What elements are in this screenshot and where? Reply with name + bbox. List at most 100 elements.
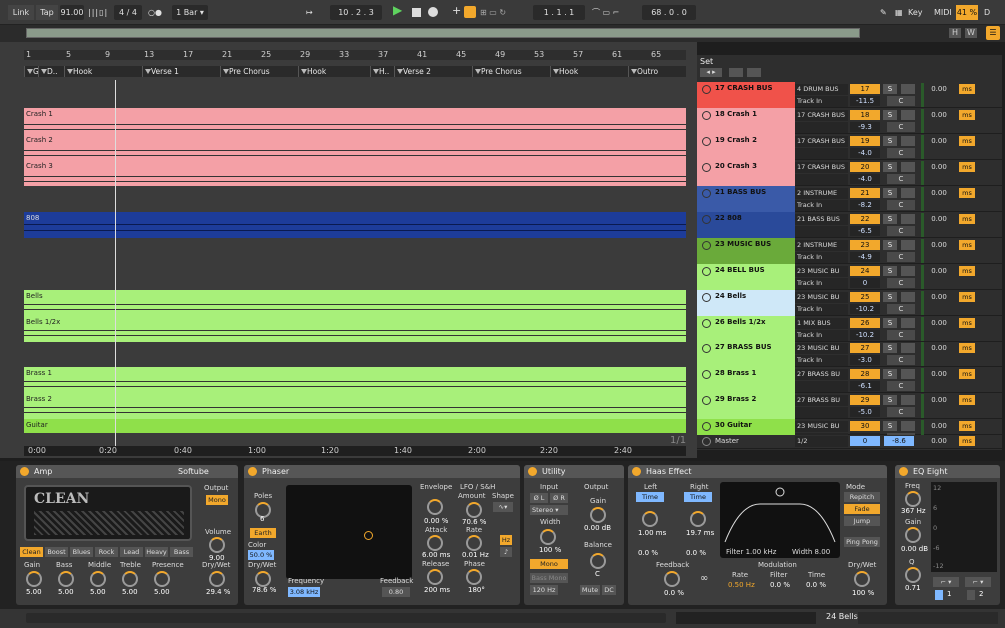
track-row[interactable]: 23 MUSIC BUS 2 INSTRUME Track In 23 -4.9 S C 0.…: [697, 238, 1002, 264]
solo-button[interactable]: S: [883, 318, 897, 328]
mod-rate-value[interactable]: 0.50 Hz: [728, 581, 755, 589]
track-header[interactable]: 17 CRASH BUS: [697, 82, 795, 108]
track-header[interactable]: 29 Brass 2: [697, 393, 795, 419]
time-ruler[interactable]: 0:00 0:20 0:40 1:00 1:20 1:40 2:00 2:20 …: [24, 446, 686, 456]
automation-arm-icon[interactable]: [464, 6, 476, 18]
ms-button[interactable]: ms: [959, 162, 975, 172]
locator[interactable]: Pre Chorus: [220, 66, 298, 77]
device-chain-overview[interactable]: [858, 612, 998, 624]
master-output[interactable]: 1/2: [795, 436, 848, 447]
track-header[interactable]: 20 Crash 3: [697, 160, 795, 186]
track-activator[interactable]: 23: [850, 240, 880, 250]
amount-knob[interactable]: [466, 502, 482, 518]
track-volume[interactable]: -11.5: [850, 96, 880, 106]
output-routing[interactable]: 4 DRUM BUS: [795, 84, 848, 95]
master-ms[interactable]: ms: [959, 436, 975, 446]
solo-button[interactable]: S: [883, 240, 897, 250]
clip-lane-crash-3[interactable]: Crash 3: [24, 160, 686, 186]
amp-type-button[interactable]: Lead: [120, 547, 143, 557]
track-header[interactable]: 21 BASS BUS: [697, 186, 795, 212]
track-volume[interactable]: -4.0: [850, 174, 880, 184]
output-routing[interactable]: 17 CRASH BUS: [795, 110, 848, 121]
ms-button[interactable]: ms: [959, 214, 975, 224]
track-header[interactable]: 24 Bells: [697, 290, 795, 316]
expand-icon[interactable]: [729, 68, 743, 77]
send-value[interactable]: 0.00: [929, 395, 949, 405]
pan-field[interactable]: C: [887, 226, 915, 236]
master-track[interactable]: Master 1/2 0 -8.6 0.00 ms: [697, 435, 1002, 449]
fold-icon[interactable]: [702, 319, 711, 328]
track-row[interactable]: 28 Brass 1 27 BRASS BU 28 -6.1 S C 0.00 ms: [697, 367, 1002, 393]
eq-freq-knob[interactable]: [905, 491, 921, 507]
follow-icon[interactable]: ↦: [306, 5, 322, 20]
bass-freq-field[interactable]: 120 Hz: [530, 585, 558, 595]
arm-button[interactable]: [901, 292, 915, 302]
pan-field[interactable]: C: [887, 355, 915, 365]
solo-button[interactable]: S: [883, 292, 897, 302]
track-row[interactable]: 21 BASS BUS 2 INSTRUME Track In 21 -8.2 S C 0.0…: [697, 186, 1002, 212]
track-activator[interactable]: 24: [850, 266, 880, 276]
arm-button[interactable]: [901, 395, 915, 405]
track-volume[interactable]: 0: [850, 278, 880, 288]
mini-overview[interactable]: [676, 612, 816, 624]
output-routing[interactable]: 23 MUSIC BU: [795, 292, 848, 303]
pan-field[interactable]: C: [887, 96, 915, 106]
solo-button[interactable]: S: [883, 110, 897, 120]
ms-button[interactable]: ms: [959, 188, 975, 198]
amp-volume-knob[interactable]: [209, 537, 225, 553]
send-value[interactable]: 0.00: [929, 110, 949, 120]
input-routing[interactable]: Track In: [795, 355, 848, 366]
left-time-button[interactable]: Time: [636, 492, 664, 502]
track-header[interactable]: 26 Bells 1/2x: [697, 316, 795, 342]
track-row[interactable]: 18 Crash 1 17 CRASH BUS 18 -9.3 S C 0.00 ms: [697, 108, 1002, 134]
amp-knob[interactable]: [26, 571, 42, 587]
power-icon[interactable]: [632, 467, 641, 476]
key-map-button[interactable]: Key: [908, 5, 928, 20]
output-routing[interactable]: 27 BRASS BU: [795, 395, 848, 406]
fold-icon[interactable]: [702, 85, 711, 94]
rate-knob[interactable]: [466, 535, 482, 551]
infinity-icon[interactable]: ∞: [700, 573, 708, 584]
master-fold-icon[interactable]: [702, 437, 711, 446]
track-row[interactable]: 20 Crash 3 17 CRASH BUS 20 -4.0 S C 0.00 ms: [697, 160, 1002, 186]
eq-gain-knob[interactable]: [905, 527, 921, 543]
band-1-filter-select[interactable]: ⌐ ▾: [933, 577, 959, 587]
fit-height-button[interactable]: H: [949, 28, 961, 38]
send-value[interactable]: 0.00: [929, 292, 949, 302]
loop-length-field[interactable]: 68 . 0 . 0: [642, 5, 696, 20]
mono-button[interactable]: Mono: [530, 559, 568, 569]
mod-time-value[interactable]: 0.0 %: [806, 581, 826, 589]
locator[interactable]: Hook: [298, 66, 370, 77]
fade-button[interactable]: Fade: [844, 504, 880, 514]
arm-button[interactable]: [901, 188, 915, 198]
output-routing[interactable]: 17 CRASH BUS: [795, 136, 848, 147]
eq-q-knob[interactable]: [905, 567, 921, 583]
phaser-device[interactable]: Phaser Poles 6 Earth Color 50.0 % Dry/We…: [244, 465, 520, 605]
release-knob[interactable]: [427, 569, 443, 585]
amp-type-button[interactable]: Boost: [45, 547, 68, 557]
clip-lane-bells[interactable]: Bells: [24, 290, 686, 316]
track-header[interactable]: 19 Crash 2: [697, 134, 795, 160]
send-value[interactable]: 0.00: [929, 266, 949, 276]
clip-lane-bells-half[interactable]: Bells 1/2x: [24, 316, 686, 342]
master-volume[interactable]: -8.6: [884, 436, 914, 446]
send-value[interactable]: 0.00: [929, 369, 949, 379]
feedback-field[interactable]: 0.80: [382, 587, 410, 597]
track-activator[interactable]: 29: [850, 395, 880, 405]
amp-mono-button[interactable]: Mono: [206, 495, 228, 505]
track-volume[interactable]: -10.2: [850, 304, 880, 314]
quantization-select[interactable]: 1 Bar ▾: [172, 5, 208, 20]
track-header[interactable]: 28 Brass 1: [697, 367, 795, 393]
lock-icon[interactable]: [747, 68, 761, 77]
track-header[interactable]: 18 Crash 1: [697, 108, 795, 134]
haas-device[interactable]: Haas Effect Left Time Right Time 1.00 ms…: [628, 465, 887, 605]
tempo-field[interactable]: 91.00: [60, 5, 84, 20]
right-time-knob[interactable]: [690, 511, 706, 527]
fold-icon[interactable]: [702, 422, 711, 431]
amp-knob[interactable]: [58, 571, 74, 587]
locator[interactable]: Outro: [628, 66, 686, 77]
ms-button[interactable]: ms: [959, 343, 975, 353]
eq-display[interactable]: 12 6 0 -6 -12: [931, 482, 997, 572]
fold-icon[interactable]: [702, 267, 711, 276]
input-routing[interactable]: [795, 174, 848, 185]
